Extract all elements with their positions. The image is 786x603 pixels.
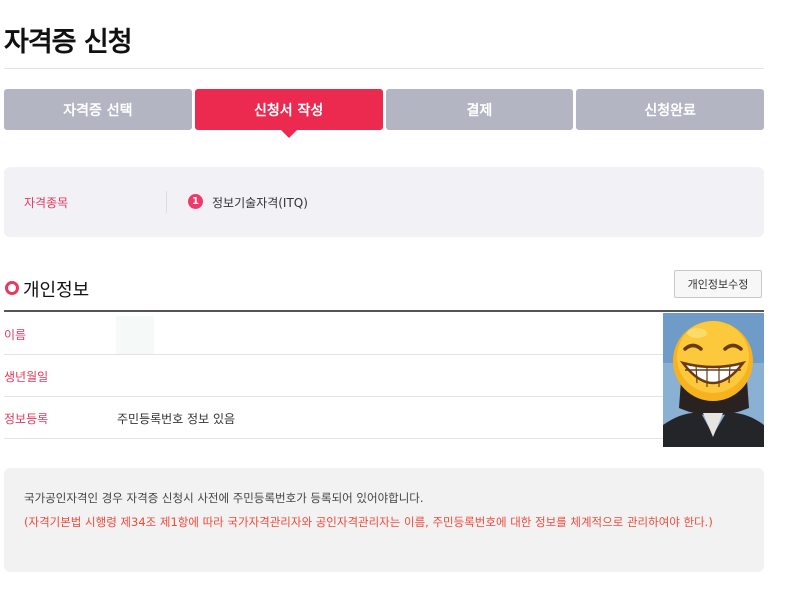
registration-label: 정보등록 bbox=[4, 412, 49, 426]
certificate-type-box: 자격종목 1 정보기술자격(ITQ) bbox=[4, 167, 764, 237]
info-row-registration: 정보등록 주민등록번호 정보 있음 bbox=[4, 396, 664, 439]
page-title: 자격증 신청 bbox=[4, 27, 133, 58]
step-complete: 신청완료 bbox=[576, 89, 764, 130]
certificate-type-divider bbox=[166, 191, 167, 213]
step-payment: 결제 bbox=[385, 89, 574, 130]
notice-text: 국가공인자격인 경우 자격증 신청시 사전에 주민등록번호가 등록되어 있어야합… bbox=[24, 491, 424, 505]
profile-photo bbox=[663, 313, 764, 447]
step-select-certificate: 자격증 선택 bbox=[4, 89, 192, 130]
step-progress: 자격증 선택 신청서 작성 결제 신청완료 bbox=[4, 89, 764, 138]
info-row-birthdate: 생년월일 bbox=[4, 354, 664, 397]
name-redacted bbox=[116, 316, 154, 354]
step-write-application: 신청서 작성 bbox=[194, 89, 383, 138]
personal-info-title: 개인정보 bbox=[23, 280, 90, 301]
info-row-name: 이름 bbox=[4, 312, 664, 355]
certificate-type-label: 자격종목 bbox=[24, 196, 69, 210]
name-label: 이름 bbox=[4, 328, 27, 342]
birthdate-label: 생년월일 bbox=[4, 370, 49, 384]
edit-personal-info-button[interactable]: 개인정보수정 bbox=[674, 270, 762, 298]
notice-legal-text: (자격기본법 시행령 제34조 제1항에 따라 국가자격관리자와 공인자격관리자… bbox=[24, 515, 713, 529]
registration-value: 주민등록번호 정보 있음 bbox=[117, 412, 236, 426]
profile-photo-image bbox=[663, 313, 764, 447]
certificate-application-page: 자격증 신청 자격증 선택 신청서 작성 결제 신청완료 자격종목 1 정보기술… bbox=[0, 0, 786, 603]
certificate-type-value: 정보기술자격(ITQ) bbox=[212, 196, 308, 210]
certificate-number-badge: 1 bbox=[188, 194, 203, 209]
notice-box: 국가공인자격인 경우 자격증 신청시 사전에 주민등록번호가 등록되어 있어야합… bbox=[4, 468, 764, 572]
section-bullet-icon bbox=[5, 281, 19, 295]
title-divider bbox=[4, 68, 764, 69]
